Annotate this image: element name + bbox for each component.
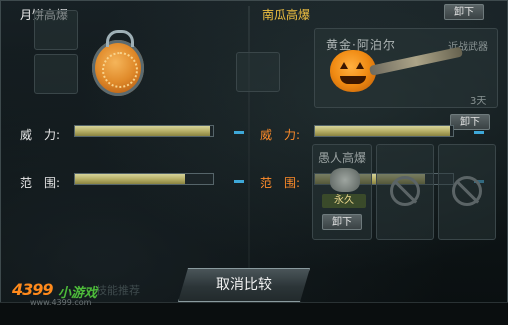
right-range-label: 范 围: <box>260 176 301 190</box>
left-slot-top[interactable] <box>34 10 78 50</box>
right-power-diff-icon <box>474 131 484 134</box>
logo-url: www.4399.com <box>30 298 92 307</box>
left-range-label: 范 围: <box>20 176 61 190</box>
top-unequip-button[interactable]: 卸下 <box>444 4 484 20</box>
left-power-label: 威 力: <box>20 128 61 142</box>
logo-number: 4399 <box>12 280 54 299</box>
left-range-bar-fill <box>75 174 186 184</box>
ban-icon <box>390 176 420 206</box>
left-power-bar <box>74 125 214 137</box>
right-item-title: 南瓜高爆 <box>262 8 311 22</box>
left-slot-mid[interactable] <box>34 54 78 94</box>
right-power-label: 威 力: <box>260 128 301 142</box>
explosive-unequip-button[interactable]: 卸下 <box>322 214 362 230</box>
left-range-diff-icon <box>234 180 244 183</box>
permanent-badge: 永久 <box>322 194 366 208</box>
panel-divider <box>248 6 250 268</box>
site-logo[interactable]: 4399 小游戏 www.4399.com <box>12 280 122 307</box>
weapon-unequip-button[interactable]: 卸下 <box>450 114 490 130</box>
ban-icon <box>452 176 482 206</box>
explosive-name: 愚人高爆 <box>318 151 367 165</box>
weapon-duration: 3天 <box>470 96 487 107</box>
left-slot-right[interactable] <box>236 52 280 92</box>
right-power-bar <box>314 125 454 137</box>
left-power-diff-icon <box>234 131 244 134</box>
grenade-icon <box>330 168 360 192</box>
right-power-bar-fill <box>315 126 451 136</box>
mooncake-grenade-icon <box>92 30 144 96</box>
left-power-bar-fill <box>75 126 211 136</box>
cancel-compare-button[interactable]: 取消比较 <box>178 268 310 302</box>
left-range-bar <box>74 173 214 185</box>
